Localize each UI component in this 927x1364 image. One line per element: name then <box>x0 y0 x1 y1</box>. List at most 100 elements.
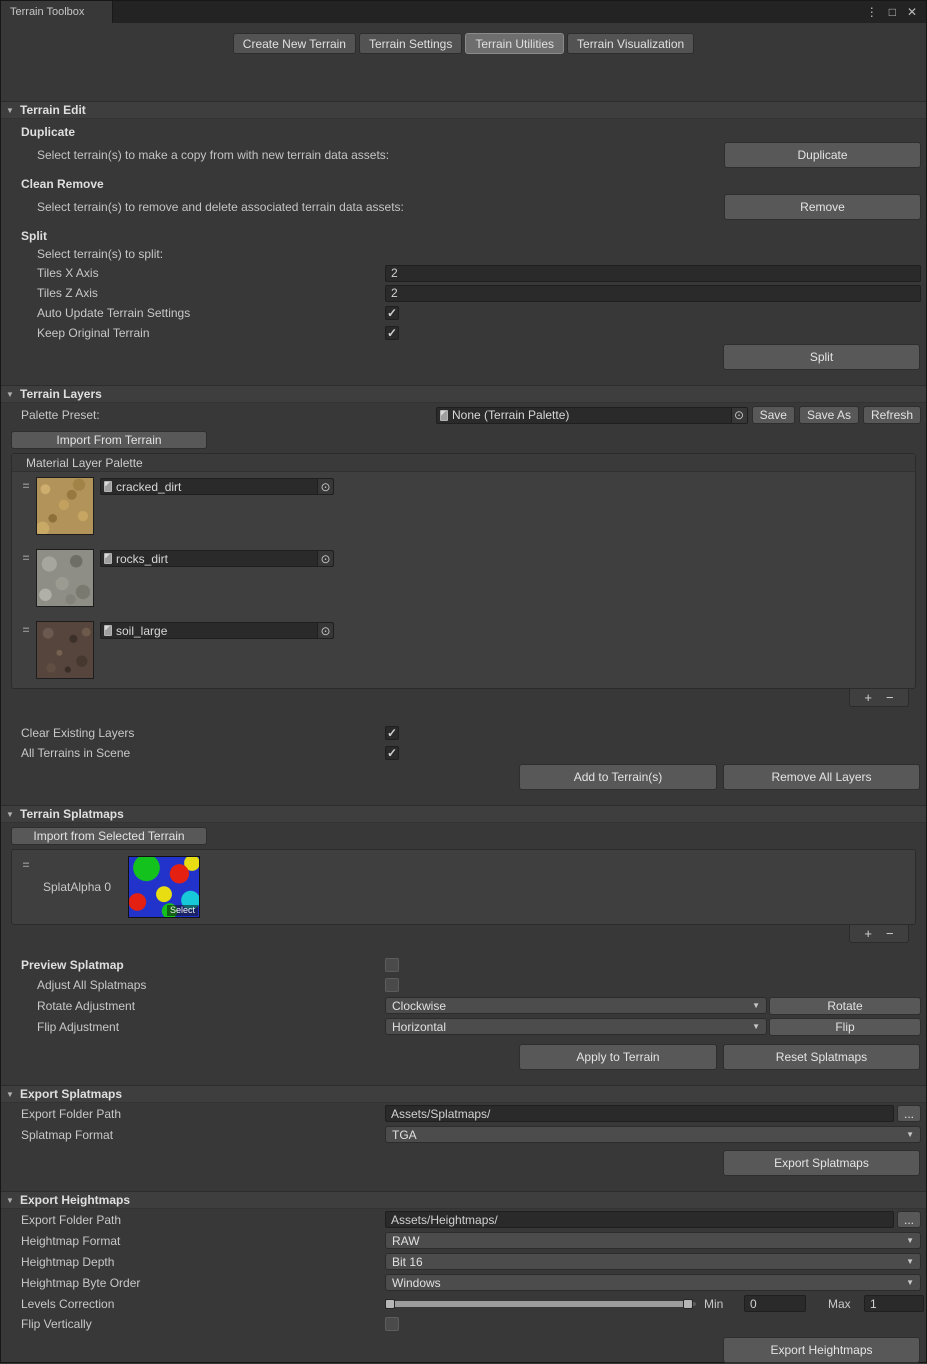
window-close-icon[interactable]: ✕ <box>907 5 917 19</box>
auto-update-label: Auto Update Terrain Settings <box>21 306 385 320</box>
export-heightmaps-title: Export Heightmaps <box>20 1193 130 1207</box>
auto-update-checkbox[interactable]: ✓ <box>385 306 399 320</box>
drag-handle-icon[interactable]: = <box>16 549 36 565</box>
tab-create-new-terrain[interactable]: Create New Terrain <box>233 33 356 54</box>
adjust-all-splatmaps-checkbox[interactable]: ✓ <box>385 978 399 992</box>
object-picker-icon[interactable]: ⊙ <box>317 551 333 566</box>
foldout-arrow-icon[interactable]: ▼ <box>6 390 20 399</box>
preview-splatmap-checkbox[interactable]: ✓ <box>385 958 399 972</box>
layer-thumbnail-soil-large[interactable] <box>36 621 94 679</box>
drag-handle-icon[interactable]: = <box>16 621 36 637</box>
clear-existing-layers-label: Clear Existing Layers <box>21 726 385 740</box>
layer-thumbnail-cracked-dirt[interactable] <box>36 477 94 535</box>
min-input[interactable]: 0 <box>744 1295 806 1312</box>
foldout-arrow-icon[interactable]: ▼ <box>6 1090 20 1099</box>
clear-existing-layers-checkbox[interactable]: ✓ <box>385 726 399 740</box>
terrain-edit-header[interactable]: ▼ Terrain Edit <box>1 101 926 119</box>
remove-splatmap-button[interactable]: − <box>886 927 894 941</box>
remove-all-layers-button[interactable]: Remove All Layers <box>723 764 920 790</box>
asset-icon <box>104 481 112 492</box>
export-heightmaps-folder-label: Export Folder Path <box>21 1213 385 1227</box>
save-as-button[interactable]: Save As <box>799 406 859 424</box>
save-button[interactable]: Save <box>752 406 795 424</box>
max-input[interactable]: 1 <box>864 1295 924 1312</box>
drag-handle-icon[interactable]: = <box>16 856 36 872</box>
split-button[interactable]: Split <box>723 344 920 370</box>
splatmap-row[interactable]: = SplatAlpha 0 Select <box>12 850 915 924</box>
flip-adjustment-label: Flip Adjustment <box>21 1020 385 1034</box>
heightmap-format-label: Heightmap Format <box>21 1234 385 1248</box>
keep-original-checkbox[interactable]: ✓ <box>385 326 399 340</box>
flip-adjustment-value: Horizontal <box>392 1020 446 1034</box>
duplicate-heading: Duplicate <box>21 125 75 139</box>
layer-name: cracked_dirt <box>116 480 181 494</box>
splatmap-format-dropdown[interactable]: TGA ▼ <box>385 1126 921 1143</box>
foldout-arrow-icon[interactable]: ▼ <box>6 106 20 115</box>
heightmap-byte-order-dropdown[interactable]: Windows ▼ <box>385 1274 921 1291</box>
layer-object-field[interactable]: rocks_dirt ⊙ <box>100 550 334 567</box>
window-menu-icon[interactable]: ⋮ <box>866 5 878 19</box>
dropdown-arrow-icon: ▼ <box>906 1278 914 1287</box>
export-heightmaps-button[interactable]: Export Heightmaps <box>723 1337 920 1363</box>
remove-layer-button[interactable]: − <box>886 691 894 705</box>
layer-thumbnail-rocks-dirt[interactable] <box>36 549 94 607</box>
export-heightmaps-browse-button[interactable]: ... <box>897 1211 921 1228</box>
layer-name: rocks_dirt <box>116 552 168 566</box>
object-picker-icon[interactable]: ⊙ <box>317 623 333 638</box>
remove-button[interactable]: Remove <box>724 194 921 220</box>
reset-splatmaps-button[interactable]: Reset Splatmaps <box>723 1044 920 1070</box>
drag-handle-icon[interactable]: = <box>16 477 36 493</box>
duplicate-description: Select terrain(s) to make a copy from wi… <box>21 148 724 162</box>
export-heightmaps-header[interactable]: ▼ Export Heightmaps <box>1 1191 926 1209</box>
object-picker-icon[interactable]: ⊙ <box>317 479 333 494</box>
all-terrains-in-scene-checkbox[interactable]: ✓ <box>385 746 399 760</box>
flip-button[interactable]: Flip <box>769 1018 921 1036</box>
tab-terrain-settings[interactable]: Terrain Settings <box>359 33 462 54</box>
terrain-splatmaps-header[interactable]: ▼ Terrain Splatmaps <box>1 805 926 823</box>
duplicate-button[interactable]: Duplicate <box>724 142 921 168</box>
apply-to-terrain-button[interactable]: Apply to Terrain <box>519 1044 717 1070</box>
tiles-x-input[interactable]: 2 <box>385 265 921 282</box>
heightmap-depth-dropdown[interactable]: Bit 16 ▼ <box>385 1253 921 1270</box>
export-splatmaps-browse-button[interactable]: ... <box>897 1105 921 1122</box>
check-icon: ✓ <box>387 746 397 760</box>
export-splatmaps-button[interactable]: Export Splatmaps <box>723 1150 920 1176</box>
heightmap-format-dropdown[interactable]: RAW ▼ <box>385 1232 921 1249</box>
layer-object-field[interactable]: soil_large ⊙ <box>100 622 334 639</box>
terrain-layers-title: Terrain Layers <box>20 387 102 401</box>
add-layer-button[interactable]: + <box>864 691 872 705</box>
rotate-adjustment-dropdown[interactable]: Clockwise ▼ <box>385 997 767 1014</box>
palette-preset-object-field[interactable]: None (Terrain Palette) ⊙ <box>436 407 748 424</box>
add-splatmap-button[interactable]: + <box>864 927 872 941</box>
levels-correction-slider[interactable] <box>385 1296 696 1312</box>
slider-max-thumb[interactable] <box>683 1299 693 1309</box>
layer-row-rocks-dirt[interactable]: = rocks_dirt ⊙ <box>12 544 915 616</box>
add-to-terrains-button[interactable]: Add to Terrain(s) <box>519 764 717 790</box>
export-splatmaps-header[interactable]: ▼ Export Splatmaps <box>1 1085 926 1103</box>
import-from-terrain-button[interactable]: Import From Terrain <box>11 431 207 449</box>
splatmap-thumbnail[interactable]: Select <box>128 856 200 918</box>
refresh-button[interactable]: Refresh <box>863 406 921 424</box>
flip-adjustment-dropdown[interactable]: Horizontal ▼ <box>385 1018 767 1035</box>
window-maximize-icon[interactable]: □ <box>889 5 896 19</box>
tab-terrain-visualization[interactable]: Terrain Visualization <box>567 33 694 54</box>
tab-terrain-utilities[interactable]: Terrain Utilities <box>465 33 564 54</box>
foldout-arrow-icon[interactable]: ▼ <box>6 810 20 819</box>
layer-row-cracked-dirt[interactable]: = cracked_dirt ⊙ <box>12 472 915 544</box>
layer-object-field[interactable]: cracked_dirt ⊙ <box>100 478 334 495</box>
palette-header-label: Material Layer Palette <box>26 456 143 470</box>
object-picker-icon[interactable]: ⊙ <box>731 408 747 423</box>
foldout-arrow-icon[interactable]: ▼ <box>6 1196 20 1205</box>
terrain-splatmaps-title: Terrain Splatmaps <box>20 807 124 821</box>
terrain-layers-header[interactable]: ▼ Terrain Layers <box>1 385 926 403</box>
window-tab[interactable]: Terrain Toolbox <box>1 1 113 23</box>
import-from-selected-terrain-button[interactable]: Import from Selected Terrain <box>11 827 207 845</box>
slider-min-thumb[interactable] <box>385 1299 395 1309</box>
tiles-z-input[interactable]: 2 <box>385 285 921 302</box>
rotate-button[interactable]: Rotate <box>769 997 921 1015</box>
export-splatmaps-folder-input[interactable]: Assets/Splatmaps/ <box>385 1105 894 1122</box>
export-heightmaps-folder-input[interactable]: Assets/Heightmaps/ <box>385 1211 894 1228</box>
flip-vertically-checkbox[interactable]: ✓ <box>385 1317 399 1331</box>
layer-row-soil-large[interactable]: = soil_large ⊙ <box>12 616 915 688</box>
splatmap-select-button[interactable]: Select <box>167 905 198 916</box>
